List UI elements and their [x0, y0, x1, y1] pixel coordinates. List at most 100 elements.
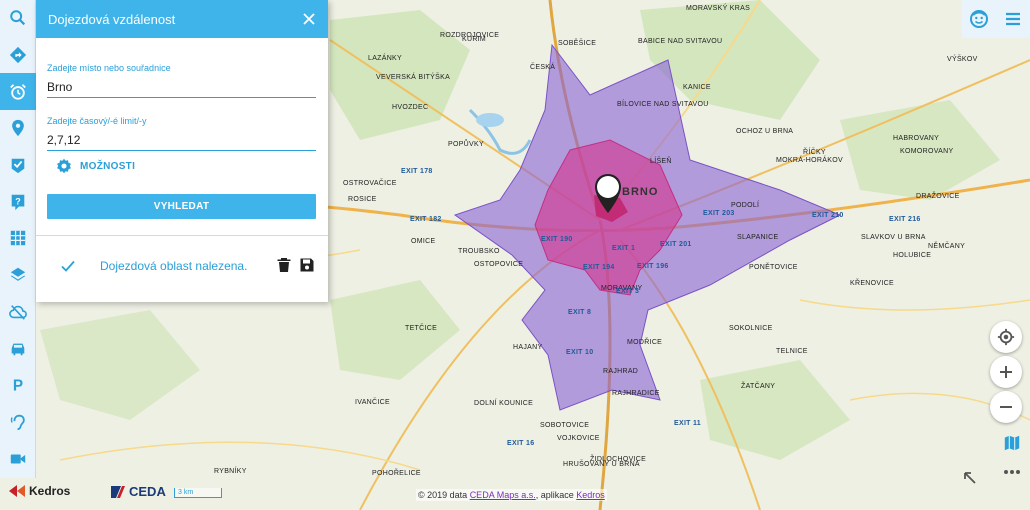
more-icon[interactable]	[1003, 468, 1021, 476]
place-label: RAJHRAD	[603, 368, 639, 375]
place-label: VÝŠKOV	[947, 56, 978, 63]
place-label: MORAVSKÝ KRAS	[686, 5, 751, 12]
search-tool[interactable]	[0, 0, 36, 37]
search-icon	[10, 10, 26, 26]
alarm-clock-icon	[10, 83, 26, 100]
video-icon	[10, 454, 26, 464]
place-label: ŘÍČKY	[803, 149, 826, 156]
search-button[interactable]: VYHLEDAT	[47, 194, 316, 219]
help-tool[interactable]: ?	[0, 183, 36, 220]
map-attribution: © 2019 data CEDA Maps a.s., aplikace Ked…	[416, 489, 607, 501]
plus-icon	[1000, 366, 1012, 378]
kedros-mark-icon	[9, 485, 25, 497]
place-label: HABROVANY	[893, 135, 940, 142]
ceda-logo-text: CEDA	[129, 484, 166, 499]
crosshair-icon	[997, 328, 1015, 346]
place-label: LAZÁNKY	[368, 55, 402, 62]
zoom-in-button[interactable]	[990, 356, 1022, 388]
result-row: Dojezdová oblast nalezena.	[36, 252, 328, 280]
zoom-out-button[interactable]	[990, 391, 1022, 423]
place-label: ŽATČANY	[741, 383, 776, 390]
attribution-app: , aplikace	[535, 490, 574, 500]
place-label: NĚMČANY	[928, 243, 966, 250]
highway-exit-label: EXIT 203	[703, 210, 735, 217]
traffic-tool[interactable]	[0, 330, 36, 367]
place-label: SOKOLNICE	[729, 325, 773, 332]
grid-tool[interactable]	[0, 220, 36, 257]
highway-exit-label: EXIT 8	[568, 309, 592, 316]
panel-header: Dojezdová vzdálenost	[36, 0, 328, 38]
place-label: BÍLOVICE NAD SVITAVOU	[617, 101, 709, 108]
place-label: HRUŠOVANY U BRNA	[563, 461, 640, 468]
city-label: BRNO	[622, 186, 659, 198]
place-label: OSTOPOVICE	[474, 261, 524, 268]
ceda-maps-link[interactable]: CEDA Maps a.s.	[470, 490, 536, 500]
time-limits-input[interactable]	[47, 131, 316, 151]
place-label: ČESKÁ	[530, 64, 556, 71]
layers-tool[interactable]	[0, 257, 36, 294]
locate-button[interactable]	[990, 321, 1022, 353]
highway-exit-label: EXIT 201	[660, 241, 692, 248]
save-icon[interactable]	[299, 257, 315, 273]
panel-title: Dojezdová vzdálenost	[48, 11, 176, 27]
place-label: SOBĚŠICE	[558, 40, 597, 47]
highway-exit-label: EXIT 190	[541, 236, 573, 243]
place-label: HVOZDEC	[392, 104, 429, 111]
place-label: VEVERSKÁ BITÝŠKA	[376, 74, 451, 81]
check-icon	[61, 260, 75, 272]
travel-time-panel: Dojezdová vzdálenost Zadejte místo nebo …	[36, 0, 328, 302]
right-side-panel	[994, 420, 1030, 490]
svg-text:P: P	[13, 378, 23, 395]
place-label: DOLNÍ KOUNICE	[474, 400, 534, 407]
map-scale: 3 km	[174, 488, 222, 498]
close-icon[interactable]	[302, 12, 316, 26]
options-label: MOŽNOSTI	[80, 160, 136, 172]
highway-exit-label: EXIT 216	[889, 216, 921, 223]
directions-tool[interactable]	[0, 37, 36, 74]
gear-icon	[57, 158, 71, 174]
tasks-tool[interactable]	[0, 147, 36, 184]
cameras-tool[interactable]	[0, 440, 36, 477]
place-label: LÍŠEŇ	[650, 158, 672, 165]
place-label: KOMOROVANY	[900, 148, 954, 155]
layers-icon	[10, 267, 26, 282]
place-input[interactable]	[47, 78, 316, 98]
options-button[interactable]: MOŽNOSTI	[56, 158, 135, 174]
place-label: ROZDROJOVICE	[440, 32, 500, 39]
highway-exit-label: EXIT 178	[401, 168, 433, 175]
place-label: POHOŘELICE	[372, 470, 421, 477]
help-icon: ?	[11, 194, 25, 210]
collapse-arrow-icon[interactable]	[962, 470, 978, 486]
highway-exit-label: EXIT 1	[612, 245, 636, 252]
place-label: RYBNÍKY	[214, 468, 247, 475]
highway-exit-label: EXIT 196	[637, 263, 669, 270]
poi-tool[interactable]	[0, 110, 36, 147]
place-label: TELNICE	[776, 348, 808, 355]
parking-icon: P	[13, 378, 23, 395]
place-label: TETČICE	[405, 325, 438, 332]
location-marker-icon[interactable]	[594, 173, 622, 215]
place-label: OSTROVAČICE	[343, 180, 397, 187]
place-label: OMICE	[411, 238, 436, 245]
accessibility-tool[interactable]	[0, 404, 36, 441]
map-icon[interactable]	[1003, 434, 1021, 452]
user-face-icon[interactable]	[969, 9, 989, 29]
place-label: IVANČICE	[355, 399, 390, 406]
trash-icon[interactable]	[276, 257, 292, 273]
place-label: SLAPANICE	[737, 234, 779, 241]
parking-tool[interactable]: P	[0, 367, 36, 404]
place-label: OCHOZ U BRNA	[736, 128, 794, 135]
place-label: PODOLÍ	[731, 202, 760, 209]
place-label: RAJHRADICE	[612, 390, 660, 397]
location-pin-icon	[12, 120, 24, 137]
travel-time-tool[interactable]	[0, 73, 36, 111]
grid-icon	[10, 231, 26, 246]
place-label: HOLUBICE	[893, 252, 932, 259]
place-label: PONĚTOVICE	[749, 264, 798, 271]
offline-tool[interactable]	[0, 294, 36, 331]
kedros-link[interactable]: Kedros	[576, 490, 605, 500]
panel-divider	[36, 235, 328, 236]
place-label: SLAVKOV U BRNA	[861, 234, 926, 241]
place-label: MOKRÁ-HORÁKOV	[776, 157, 843, 164]
menu-icon[interactable]	[1003, 9, 1023, 29]
